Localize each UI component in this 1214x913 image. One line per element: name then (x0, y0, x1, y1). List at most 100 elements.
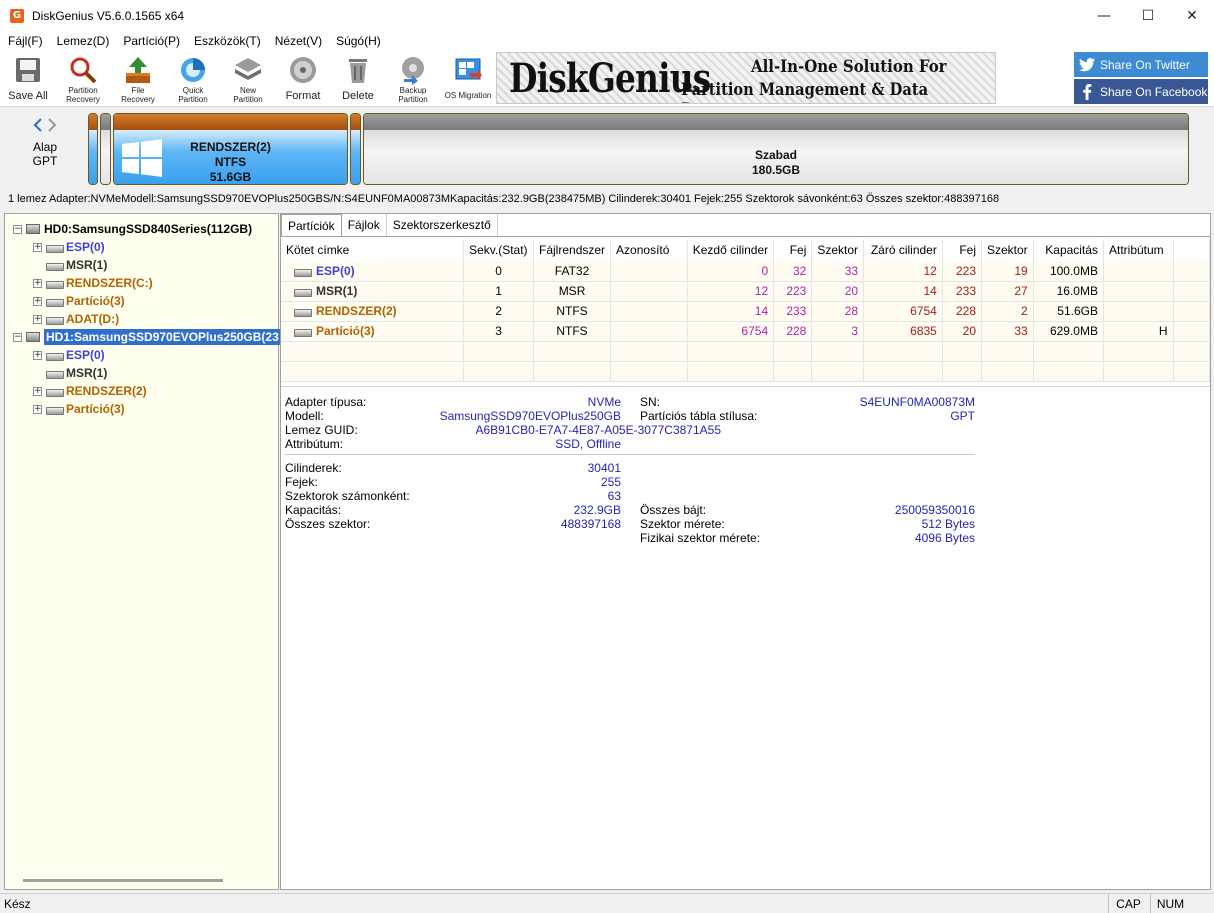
partition-icon (294, 306, 312, 317)
partition-table: Kötet címke Sekv.(Stat) Fájlrendszer Azo… (281, 239, 1211, 382)
maximize-button[interactable]: ☐ (1126, 0, 1170, 31)
quick-partition-icon (177, 54, 209, 86)
col-attribute[interactable]: Attribútum (1103, 239, 1174, 261)
new-partition-button[interactable]: New Partition (221, 54, 275, 104)
disk-guid-value: A6B91CB0-E7A7-4E87-A05E-3077C3871A55 (475, 423, 721, 437)
tab-partitions[interactable]: Partíciók (281, 214, 342, 236)
partition-icon (46, 278, 64, 289)
tree-disk-hd1[interactable]: − HD1:SamsungSSD970EVOPlus250GB(23 (13, 328, 281, 346)
tree-item[interactable]: + Partíció(3) (33, 292, 125, 310)
table-row[interactable]: Partíció(3) 3 NTFS 6754 228 3 6835 20 33… (281, 321, 1211, 342)
previous-disk-icon[interactable] (33, 118, 43, 135)
new-partition-icon (232, 54, 264, 86)
col-capacity[interactable]: Kapacitás (1033, 239, 1104, 261)
partition-icon (46, 296, 64, 307)
expand-icon[interactable]: + (33, 350, 42, 360)
partition-icon (294, 266, 312, 277)
tree-item[interactable]: + RENDSZER(2) (33, 382, 147, 400)
col-seq[interactable]: Sekv.(Stat) (463, 239, 535, 261)
cylinders-value: 30401 (587, 461, 621, 475)
tree-disk-hd0[interactable]: − HD0:SamsungSSD840Series(112GB) (13, 220, 252, 238)
menu-file[interactable]: Fájl(F) (4, 34, 47, 48)
table-row-empty (281, 341, 1211, 362)
file-recovery-button[interactable]: File Recovery (111, 54, 165, 104)
tree-item[interactable]: + ESP(0) (33, 346, 105, 364)
col-id[interactable]: Azonosító (610, 239, 688, 261)
menu-help[interactable]: Súgó(H) (332, 34, 385, 48)
disk-tree-panel: − HD0:SamsungSSD840Series(112GB) + ESP(0… (4, 213, 281, 890)
partition-block-rendszer[interactable]: RENDSZER(2) NTFS 51.6GB (113, 113, 348, 185)
share-twitter-button[interactable]: Share On Twitter (1074, 52, 1208, 77)
partition-icon (46, 368, 64, 379)
expand-icon[interactable]: + (33, 386, 42, 396)
hard-disk-icon (26, 224, 40, 234)
partition-recovery-button[interactable]: Partition Recovery (56, 54, 110, 104)
format-button[interactable]: Format (276, 54, 330, 104)
magnifier-icon (67, 54, 99, 86)
save-all-button[interactable]: Save All (1, 54, 55, 104)
tree-item[interactable]: + ADAT(D:) (33, 310, 119, 328)
menu-bar: Fájl(F) Lemez(D) Partíció(P) Eszközök(T)… (0, 31, 1214, 51)
delete-button[interactable]: Delete (331, 54, 385, 104)
tree-item[interactable]: + ESP(0) (33, 238, 105, 256)
expand-icon[interactable]: + (33, 278, 42, 288)
disk-map: Alap GPT RENDSZER(2) NTFS 51.6GB Szabad … (0, 108, 1214, 190)
collapse-icon[interactable]: − (13, 332, 22, 342)
main-partition-fs: NTFS (214, 155, 247, 169)
tree-horizontal-scrollbar[interactable] (23, 879, 223, 882)
os-migration-button[interactable]: OS Migration (441, 54, 495, 104)
partition-icon (46, 350, 64, 361)
partition-icon (46, 404, 64, 415)
table-row[interactable]: MSR(1) 1 MSR 12 223 20 14 233 27 16.0MB (281, 281, 1211, 302)
col-end-sector[interactable]: Szektor (981, 239, 1034, 261)
menu-tools[interactable]: Eszközök(T) (190, 34, 265, 48)
physical-sector-size-value: 4096 Bytes (914, 531, 975, 545)
free-space-block[interactable]: Szabad 180.5GB (363, 113, 1189, 185)
close-button[interactable]: ✕ (1170, 0, 1214, 31)
col-end-head[interactable]: Fej (942, 239, 983, 261)
expand-icon[interactable]: + (33, 314, 42, 324)
expand-icon[interactable]: + (33, 296, 42, 306)
next-disk-icon[interactable] (47, 118, 57, 135)
col-start-cylinder[interactable]: Kezdő cilinder (687, 239, 775, 261)
title-bar: G DiskGenius V5.6.0.1565 x64 — ☐ ✕ (0, 0, 1214, 31)
table-header: Kötet címke Sekv.(Stat) Fájlrendszer Azo… (281, 239, 1211, 261)
model-value: SamsungSSD970EVOPlus250GB (439, 409, 621, 423)
menu-disk[interactable]: Lemez(D) (53, 34, 114, 48)
menu-view[interactable]: Nézet(V) (271, 34, 326, 48)
expand-icon[interactable]: + (33, 242, 42, 252)
partition-block-partition3[interactable] (350, 113, 361, 185)
col-volume-label[interactable]: Kötet címke (281, 239, 465, 261)
col-filesystem[interactable]: Fájlrendszer (533, 239, 612, 261)
col-end-cylinder[interactable]: Záró cilinder (863, 239, 943, 261)
total-sectors-value: 488397168 (560, 517, 621, 531)
diskgenius-banner[interactable]: DiskGenius All-In-One Solution For Parti… (496, 52, 996, 104)
col-start-head[interactable]: Fej (773, 239, 813, 261)
twitter-icon (1074, 57, 1100, 72)
windows-logo-icon (122, 139, 162, 177)
sectors-per-track-value: 63 (607, 489, 621, 503)
minimize-button[interactable]: — (1082, 0, 1126, 31)
quick-partition-button[interactable]: Quick Partition (166, 54, 220, 104)
tab-sector-editor[interactable]: Szektorszerkesztő (387, 214, 498, 236)
backup-partition-button[interactable]: Backup Partition (386, 54, 440, 104)
format-disc-icon (287, 54, 319, 86)
table-row-empty (281, 361, 1211, 382)
table-row[interactable]: ESP(0) 0 FAT32 0 32 33 12 223 19 100.0MB (281, 261, 1211, 282)
tree-item[interactable]: MSR(1) (46, 256, 107, 274)
expand-icon[interactable]: + (33, 404, 42, 414)
col-start-sector[interactable]: Szektor (811, 239, 865, 261)
partition-block-esp[interactable] (88, 113, 98, 185)
share-twitter-label: Share On Twitter (1100, 57, 1190, 72)
capacity-value: 232.9GB (573, 503, 621, 517)
partition-block-msr[interactable] (100, 113, 111, 185)
tree-item[interactable]: + Partíció(3) (33, 400, 125, 418)
share-facebook-button[interactable]: Share On Facebook (1074, 79, 1208, 104)
table-row[interactable]: RENDSZER(2) 2 NTFS 14 233 28 6754 228 2 … (281, 301, 1211, 322)
tree-item[interactable]: MSR(1) (46, 364, 107, 382)
tab-files[interactable]: Fájlok (342, 214, 387, 236)
tree-item[interactable]: + RENDSZER(C:) (33, 274, 153, 292)
menu-partition[interactable]: Partíció(P) (119, 34, 184, 48)
collapse-icon[interactable]: − (13, 224, 22, 234)
caps-lock-indicator: CAP (1108, 894, 1148, 913)
